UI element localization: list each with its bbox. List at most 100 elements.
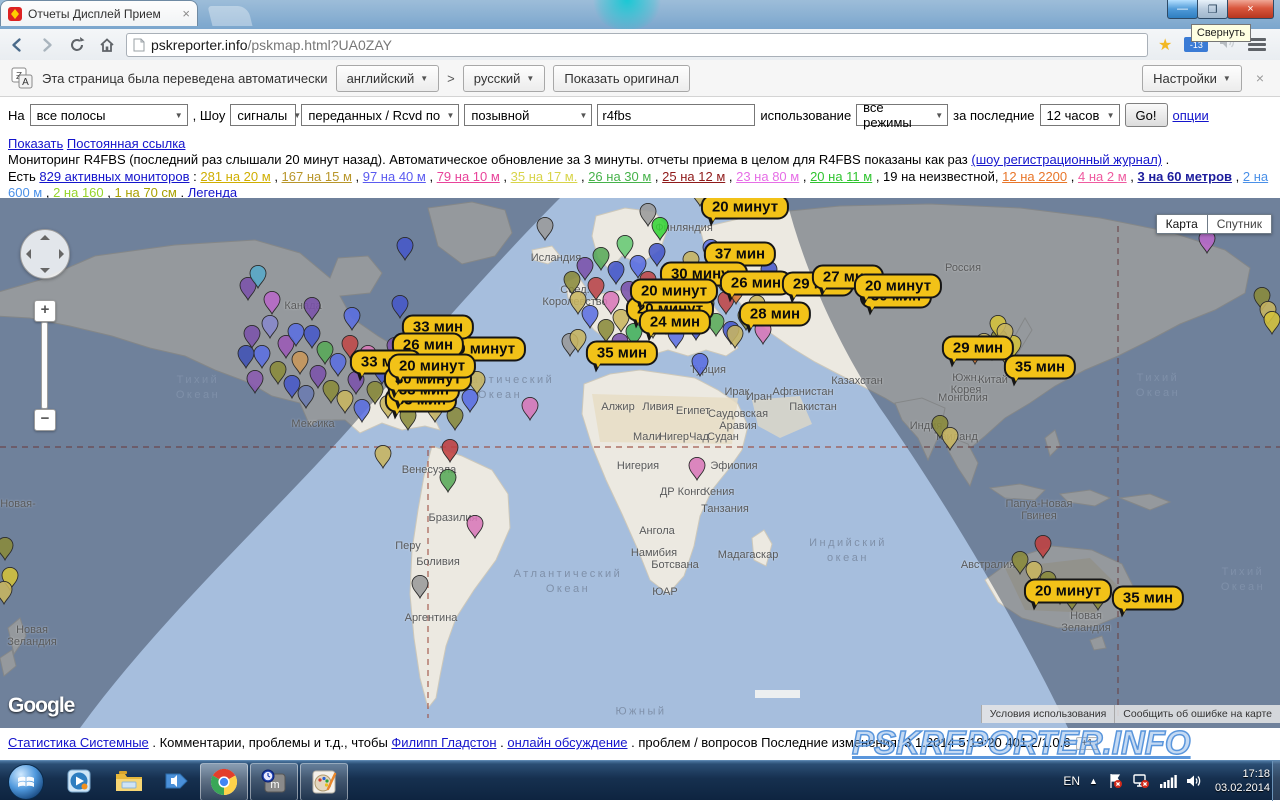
map-balloon[interactable]	[244, 325, 260, 348]
map-type-satellite-button[interactable]: Спутник	[1208, 214, 1272, 234]
map-balloon[interactable]	[0, 537, 13, 560]
show-desktop-button[interactable]	[1272, 761, 1280, 801]
browser-tab[interactable]: Отчеты Дисплей Прием ×	[0, 0, 198, 26]
translate-close-icon[interactable]: ×	[1256, 70, 1264, 86]
time-label-bubble[interactable]: 35 мин	[1112, 586, 1184, 611]
map-balloon[interactable]	[692, 353, 708, 376]
map-balloon[interactable]	[354, 399, 370, 422]
menu-hamburger-icon[interactable]	[1248, 38, 1266, 51]
period-select[interactable]: 12 часов▼	[1040, 104, 1120, 126]
map-balloon[interactable]	[942, 427, 958, 450]
start-button[interactable]	[8, 764, 44, 800]
chrome-taskbar-icon[interactable]	[200, 763, 248, 801]
language-indicator[interactable]: EN	[1063, 774, 1080, 788]
time-label-bubble[interactable]: 28 мин	[739, 302, 811, 327]
map-balloon[interactable]	[264, 291, 280, 314]
band-count-link[interactable]: 97 на 40 м	[363, 169, 426, 184]
map-balloon[interactable]	[392, 295, 408, 318]
map-balloon[interactable]	[270, 361, 286, 384]
sent-rcvd-select[interactable]: переданных / Rcvd по▼	[301, 104, 459, 126]
map-balloon[interactable]	[238, 345, 254, 368]
tab-close-icon[interactable]: ×	[182, 7, 190, 20]
map-balloon[interactable]	[304, 325, 320, 348]
address-bar[interactable]: pskreporter.info/pskmap.html?UA0ZAY	[126, 33, 1148, 57]
mode-select[interactable]: все режимы▼	[856, 104, 948, 126]
map-balloon[interactable]	[588, 277, 604, 300]
target-language-select[interactable]: русский▼	[463, 65, 546, 92]
volume-icon[interactable]	[1186, 774, 1202, 788]
map-balloon[interactable]	[330, 353, 346, 376]
back-icon[interactable]	[4, 33, 30, 57]
map-type-map-button[interactable]: Карта	[1156, 214, 1208, 234]
map-balloon[interactable]	[412, 575, 428, 598]
reload-icon[interactable]	[64, 33, 90, 57]
map-balloon[interactable]	[440, 469, 456, 492]
audio-app-icon[interactable]	[154, 763, 200, 799]
log-link[interactable]: (шоу регистрационный журнал)	[971, 152, 1162, 167]
tray-expand-icon[interactable]: ▲	[1089, 776, 1098, 786]
map-balloon[interactable]	[652, 217, 668, 240]
home-icon[interactable]	[94, 33, 120, 57]
time-label-bubble[interactable]: 20 минут	[1024, 579, 1112, 604]
band-count-link[interactable]: 167 на 15 м	[282, 169, 352, 184]
map-balloon[interactable]	[467, 515, 483, 538]
map-balloon[interactable]	[284, 375, 300, 398]
map-balloon[interactable]	[298, 385, 314, 408]
active-monitors-link[interactable]: 829 активных мониторов	[39, 169, 189, 184]
time-label-bubble[interactable]: 20 минут	[630, 279, 718, 304]
paint-icon[interactable]	[300, 763, 348, 801]
band-count-link[interactable]: 25 на 12 м	[662, 169, 725, 184]
map-balloon[interactable]	[1012, 551, 1028, 574]
map-balloon[interactable]	[593, 247, 609, 270]
callsign-input[interactable]	[597, 104, 755, 126]
map-balloon[interactable]	[1035, 535, 1051, 558]
options-link[interactable]: опции	[1173, 108, 1209, 123]
map-balloon[interactable]	[375, 445, 391, 468]
explorer-icon[interactable]	[106, 763, 152, 799]
map-balloon[interactable]	[262, 315, 278, 338]
minimize-button[interactable]: —	[1167, 0, 1198, 19]
new-tab-button[interactable]	[208, 6, 253, 26]
map-balloon[interactable]	[689, 457, 705, 480]
map-balloon[interactable]	[649, 243, 665, 266]
restore-button[interactable]: ❐	[1197, 0, 1228, 19]
map-canvas[interactable]: Тихий ОкеанАтлантический ОкеанАтлантичес…	[0, 198, 1280, 728]
band-count-link[interactable]: 4 на 2 м	[1078, 169, 1127, 184]
go-button[interactable]: Go!	[1125, 103, 1168, 127]
band-count-link[interactable]: 20 на 11 м	[810, 169, 872, 184]
time-label-bubble[interactable]: 35 мин	[1004, 355, 1076, 380]
show-original-button[interactable]: Показать оригинал	[553, 65, 690, 92]
map-balloon[interactable]	[727, 325, 743, 348]
translate-settings-button[interactable]: Настройки▼	[1142, 65, 1242, 92]
zoom-slider-track[interactable]	[41, 322, 48, 409]
map-balloon[interactable]	[598, 319, 614, 342]
map-balloon[interactable]	[608, 261, 624, 284]
source-language-select[interactable]: английский▼	[336, 65, 440, 92]
map-balloon[interactable]	[442, 439, 458, 462]
band-count-link[interactable]: 3 на 60 метров	[1137, 169, 1232, 184]
callsign-kind-select[interactable]: позывной▼	[464, 104, 592, 126]
time-label-bubble[interactable]: 35 мин	[586, 341, 658, 366]
map-balloon[interactable]	[462, 389, 478, 412]
bookmark-star-icon[interactable]: ★	[1158, 35, 1172, 55]
band-count-link[interactable]: 26 на 30 м	[588, 169, 651, 184]
zoom-out-button[interactable]: −	[34, 409, 56, 431]
time-label-bubble[interactable]: 20 минут	[388, 354, 476, 379]
close-button[interactable]: ×	[1227, 0, 1274, 19]
show-link[interactable]: Показать	[8, 136, 63, 151]
signal-strength-icon[interactable]	[1159, 774, 1177, 788]
time-label-bubble[interactable]: 20 минут	[701, 198, 789, 220]
map-balloon[interactable]	[1264, 311, 1280, 334]
band-count-link[interactable]: 23 на 80 м	[736, 169, 799, 184]
map-balloon[interactable]	[397, 237, 413, 260]
band-count-link[interactable]: 35 на 17 м.	[511, 169, 578, 184]
map-balloon[interactable]	[522, 397, 538, 420]
clock-app-icon[interactable]: m	[250, 763, 298, 801]
footer-link[interactable]: Филипп Гладстон	[391, 735, 496, 750]
map-balloon[interactable]	[537, 217, 553, 240]
footer-link[interactable]: онлайн обсуждение	[507, 735, 627, 750]
wmp-icon[interactable]	[56, 763, 102, 799]
band-count-link[interactable]: 79 на 10 м	[437, 169, 500, 184]
band-select[interactable]: все полосы▼	[30, 104, 188, 126]
band-count-link[interactable]: 12 на 2200	[1002, 169, 1067, 184]
